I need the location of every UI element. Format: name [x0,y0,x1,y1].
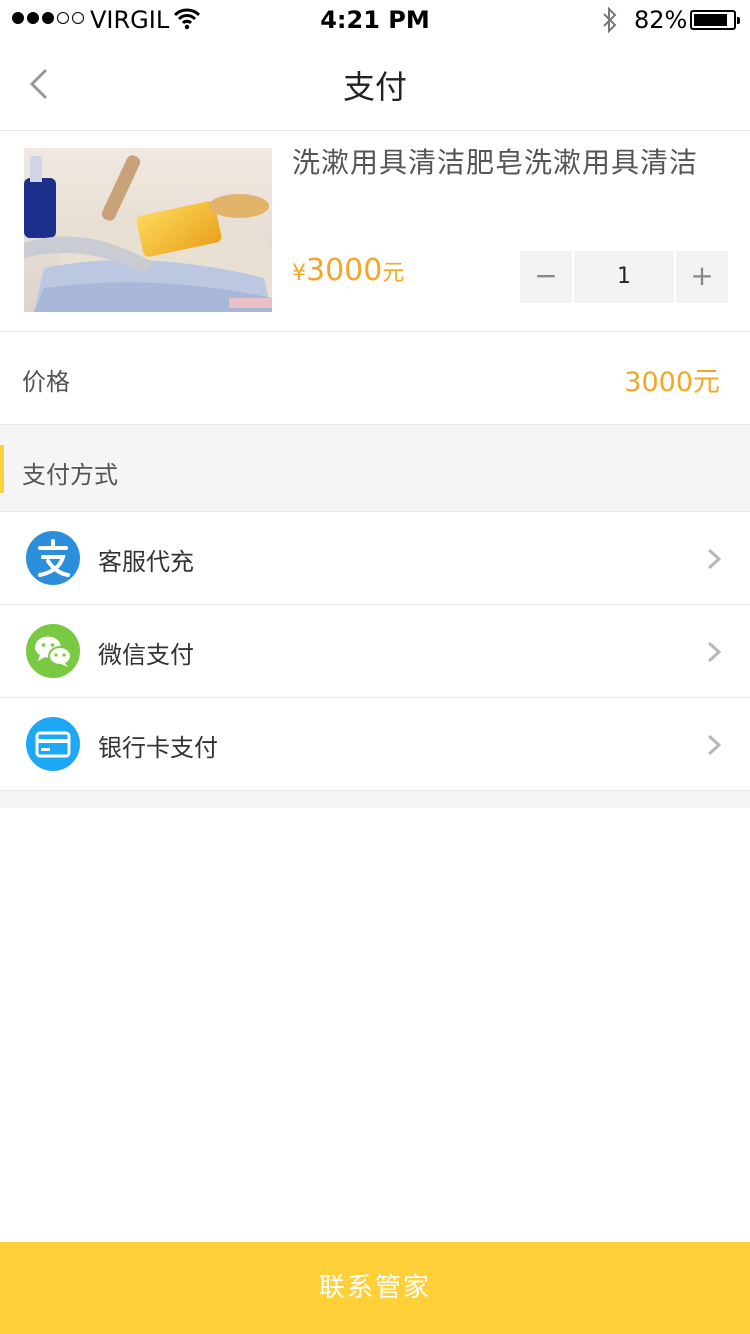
payment-method-wechat[interactable]: 微信支付 [0,605,750,698]
page-title: 支付 [342,68,407,106]
payment-method-bank-card[interactable]: 银行卡支付 [0,698,750,791]
currency-symbol: ¥ [292,261,306,286]
price-amount: 3000 [306,253,383,288]
price-label: 价格 [22,368,70,396]
bank-card-icon [26,717,80,771]
section-divider [0,791,750,808]
battery-percent: 82% [634,6,688,34]
payment-section-header: 支付方式 [0,425,750,512]
quantity-value[interactable]: 1 [574,251,674,303]
contact-butler-button[interactable]: 联系管家 [0,1242,750,1334]
section-title: 支付方式 [22,461,118,489]
quantity-stepper: − 1 + [520,251,728,303]
wechat-icon [26,624,80,678]
product-title: 洗漱用具清洁肥皂洗漱用具清洁 [292,146,699,179]
status-bar: VIRGIL 4:21 PM 82% [0,0,750,42]
price-total: 3000元 [624,367,720,398]
chevron-right-icon [707,734,722,756]
alipay-icon [26,531,80,585]
section-accent-bar [0,445,4,493]
payment-method-label: 客服代充 [98,548,194,576]
product-card: 洗漱用具清洁肥皂洗漱用具清洁 ¥3000元 − 1 + [0,131,750,332]
navigation-bar: 支付 [0,42,750,131]
chevron-right-icon [707,641,722,663]
battery-icon [690,10,740,30]
product-image[interactable] [24,148,272,312]
payment-method-label: 微信支付 [98,641,194,669]
price-row: 价格 3000元 [0,332,750,425]
payment-method-label: 银行卡支付 [98,734,218,762]
chevron-right-icon [707,548,722,570]
product-price: ¥3000元 [292,253,404,288]
decrease-button[interactable]: − [520,251,572,303]
bluetooth-icon [600,6,620,38]
price-unit: 元 [382,261,405,286]
payment-method-customer-service[interactable]: 客服代充 [0,512,750,605]
increase-button[interactable]: + [676,251,728,303]
